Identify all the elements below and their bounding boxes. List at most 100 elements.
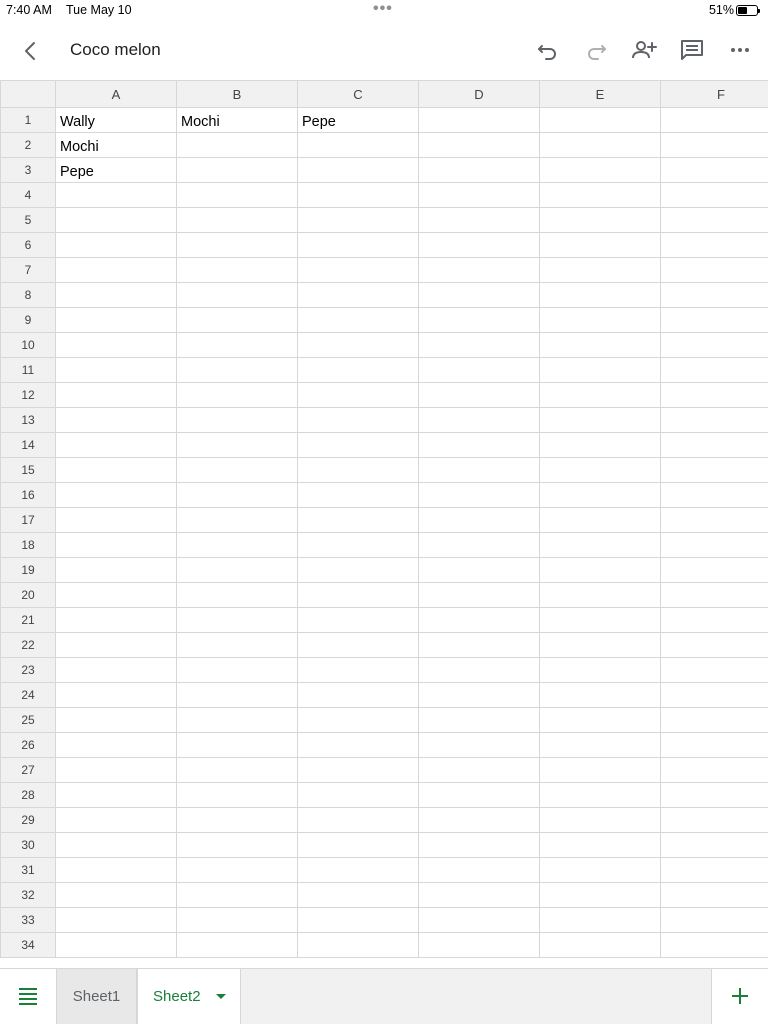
cell-f3[interactable] [660,157,768,183]
cell-e5[interactable] [539,207,661,233]
cell-e1[interactable] [539,107,661,133]
cell-f2[interactable] [660,132,768,158]
cell-a12[interactable] [55,382,177,408]
cell-a30[interactable] [55,832,177,858]
row-header[interactable]: 12 [0,382,56,408]
cell-a32[interactable] [55,882,177,908]
cell-e33[interactable] [539,907,661,933]
cell-b34[interactable] [176,932,298,958]
cell-b4[interactable] [176,182,298,208]
cell-d17[interactable] [418,507,540,533]
cell-c9[interactable] [297,307,419,333]
cell-c29[interactable] [297,807,419,833]
cell-b19[interactable] [176,557,298,583]
cell-e15[interactable] [539,457,661,483]
cell-d34[interactable] [418,932,540,958]
cell-c3[interactable] [297,157,419,183]
cell-d6[interactable] [418,232,540,258]
cell-f13[interactable] [660,407,768,433]
cell-b25[interactable] [176,707,298,733]
cell-c34[interactable] [297,932,419,958]
cell-e2[interactable] [539,132,661,158]
cell-e32[interactable] [539,882,661,908]
cell-f11[interactable] [660,357,768,383]
row-header[interactable]: 5 [0,207,56,233]
cell-b22[interactable] [176,632,298,658]
chevron-down-icon[interactable] [216,994,226,999]
cell-f21[interactable] [660,607,768,633]
cell-b29[interactable] [176,807,298,833]
cell-f16[interactable] [660,482,768,508]
cell-d23[interactable] [418,657,540,683]
column-header-c[interactable]: C [297,80,419,108]
cell-e13[interactable] [539,407,661,433]
cell-d32[interactable] [418,882,540,908]
row-header[interactable]: 20 [0,582,56,608]
cell-e26[interactable] [539,732,661,758]
row-header[interactable]: 6 [0,232,56,258]
cell-c12[interactable] [297,382,419,408]
cell-b8[interactable] [176,282,298,308]
cell-c20[interactable] [297,582,419,608]
cell-f17[interactable] [660,507,768,533]
row-header[interactable]: 34 [0,932,56,958]
cell-f32[interactable] [660,882,768,908]
cell-f8[interactable] [660,282,768,308]
cell-f20[interactable] [660,582,768,608]
cell-b12[interactable] [176,382,298,408]
cell-d2[interactable] [418,132,540,158]
row-header[interactable]: 11 [0,357,56,383]
cell-f22[interactable] [660,632,768,658]
cell-b10[interactable] [176,332,298,358]
cell-a34[interactable] [55,932,177,958]
cell-a17[interactable] [55,507,177,533]
cell-a14[interactable] [55,432,177,458]
cell-f28[interactable] [660,782,768,808]
cell-c19[interactable] [297,557,419,583]
cell-c2[interactable] [297,132,419,158]
cell-a4[interactable] [55,182,177,208]
cell-a18[interactable] [55,532,177,558]
cell-a26[interactable] [55,732,177,758]
cell-e16[interactable] [539,482,661,508]
cell-a24[interactable] [55,682,177,708]
cell-c28[interactable] [297,782,419,808]
cell-e4[interactable] [539,182,661,208]
cell-e12[interactable] [539,382,661,408]
row-header[interactable]: 7 [0,257,56,283]
cell-f4[interactable] [660,182,768,208]
row-header[interactable]: 10 [0,332,56,358]
cell-d7[interactable] [418,257,540,283]
cell-e23[interactable] [539,657,661,683]
cell-e22[interactable] [539,632,661,658]
cell-b1[interactable]: Mochi [176,107,298,133]
cell-d18[interactable] [418,532,540,558]
cell-f12[interactable] [660,382,768,408]
row-header[interactable]: 27 [0,757,56,783]
cell-b32[interactable] [176,882,298,908]
comment-button[interactable] [678,36,706,64]
cell-e29[interactable] [539,807,661,833]
row-header[interactable]: 9 [0,307,56,333]
select-all-corner[interactable] [0,80,56,108]
cell-a29[interactable] [55,807,177,833]
row-header[interactable]: 25 [0,707,56,733]
column-header-e[interactable]: E [539,80,661,108]
undo-button[interactable] [534,36,562,64]
cell-b3[interactable] [176,157,298,183]
cell-a1[interactable]: Wally [55,107,177,133]
cell-e34[interactable] [539,932,661,958]
cell-f15[interactable] [660,457,768,483]
cell-a6[interactable] [55,232,177,258]
cell-e25[interactable] [539,707,661,733]
row-header[interactable]: 28 [0,782,56,808]
row-header[interactable]: 16 [0,482,56,508]
cell-c26[interactable] [297,732,419,758]
cell-a22[interactable] [55,632,177,658]
cell-a21[interactable] [55,607,177,633]
row-header[interactable]: 31 [0,857,56,883]
cell-f18[interactable] [660,532,768,558]
cell-d21[interactable] [418,607,540,633]
cell-b14[interactable] [176,432,298,458]
cell-f23[interactable] [660,657,768,683]
